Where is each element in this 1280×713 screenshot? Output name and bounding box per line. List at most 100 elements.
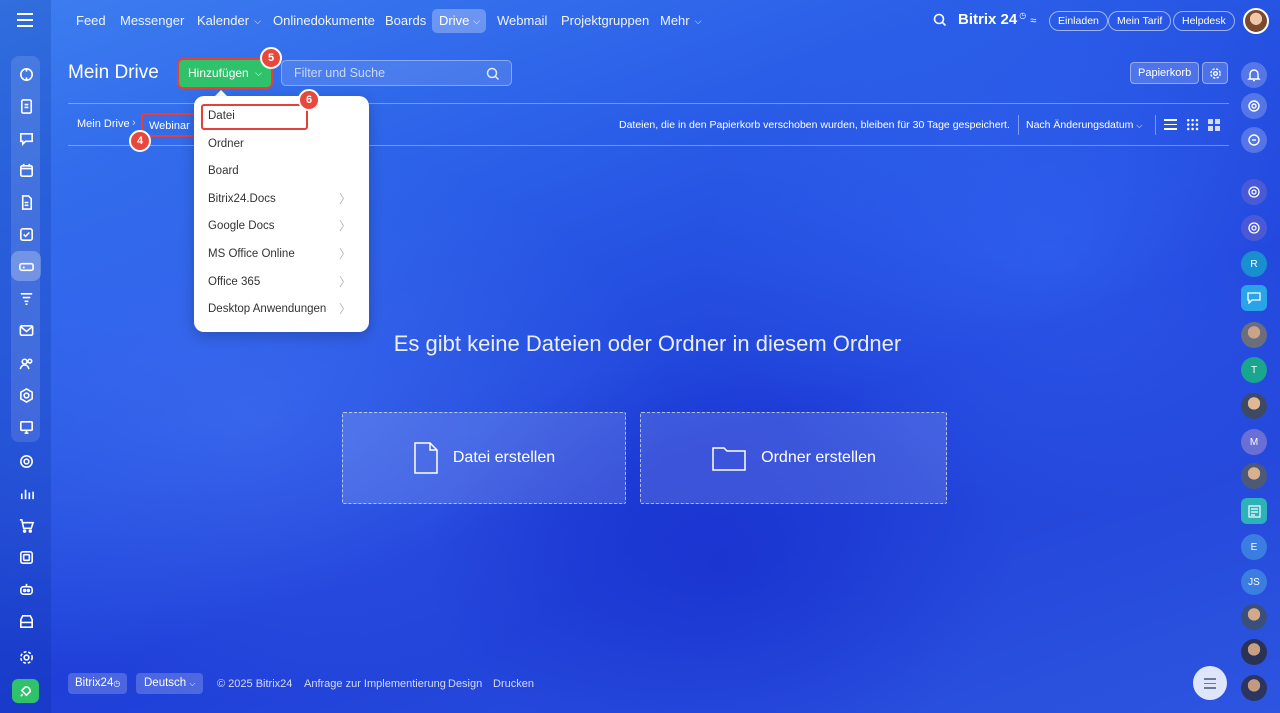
copilot-chat-icon[interactable] [1241,179,1267,205]
grid-view-icon[interactable] [1186,118,1199,131]
sidebar-filter-icon[interactable] [11,283,41,313]
menu-icon[interactable] [17,13,33,27]
avatar[interactable] [1241,604,1267,630]
sidebar-hexagon-icon[interactable] [11,380,41,410]
search-input[interactable] [282,61,482,85]
language-select[interactable]: Deutsch ⌵ [136,673,204,694]
avatar[interactable] [1241,393,1267,419]
sidebar-presentation-icon[interactable] [11,412,41,442]
menu-item-desktop-apps[interactable]: Desktop Anwendungen 〉 [194,296,369,323]
create-folder-button[interactable]: Ordner erstellen [640,412,947,504]
helpdesk-button[interactable]: Helpdesk [1173,11,1235,31]
menu-item-office-365[interactable]: Office 365 〉 [194,269,369,296]
empty-state-message: Es gibt keine Dateien oder Ordner in die… [393,331,902,356]
footer-design-link[interactable]: Design [448,678,482,690]
nav-more-label: Mehr [660,13,690,28]
search-icon[interactable] [486,67,500,81]
chat-icon[interactable] [1241,127,1267,153]
add-button[interactable]: Hinzufügen ⌵ [179,60,271,87]
menu-item-office-365-label: Office 365 [208,276,261,288]
nav-feed[interactable]: Feed [69,9,113,33]
nav-calendar[interactable]: Kalender ⌵ [190,9,267,33]
search-icon[interactable] [933,13,947,27]
create-file-button[interactable]: Datei erstellen [342,412,626,504]
sidebar-chat-icon[interactable] [11,123,41,153]
step-badge-5: 5 [260,47,282,69]
sidebar-store-icon[interactable] [11,606,41,636]
sidebar-cart-icon[interactable] [11,510,41,540]
nav-messenger[interactable]: Messenger [113,9,191,33]
nav-boards[interactable]: Boards [378,9,433,33]
sidebar-settings-icon[interactable] [11,642,41,672]
sidebar-calendar-icon[interactable] [11,155,41,185]
list-view-icon[interactable] [1164,119,1177,130]
avatar[interactable]: JS [1241,569,1267,595]
large-tiles-icon[interactable] [1208,119,1220,131]
nav-project-groups[interactable]: Projektgruppen [554,9,656,33]
sidebar-robot-icon[interactable] [11,574,41,604]
top-navigation: Feed Messenger Kalender ⌵ Onlinedokumente… [51,0,1280,42]
chevron-right-icon: 〉 [338,219,351,233]
sidebar-drive-icon[interactable] [11,251,41,281]
footer-print-link[interactable]: Drucken [493,678,534,690]
nav-drive-label: Drive [439,13,470,28]
sidebar-tasks-icon[interactable] [11,219,41,249]
breadcrumb-mein-drive[interactable]: Mein Drive [77,118,130,130]
invite-button[interactable]: Einladen [1049,11,1108,31]
nav-more[interactable]: Mehr ⌵ [653,9,708,33]
avatar[interactable]: R [1241,251,1267,277]
copilot-chat-icon[interactable] [1241,215,1267,241]
menu-item-folder[interactable]: Ordner [194,131,369,158]
sliders-icon[interactable]: ≈ [1030,15,1036,27]
floating-menu-button[interactable] [1193,666,1227,700]
clock-icon: ◷ [113,679,121,688]
brand-name: Bitrix 24 [958,11,1018,28]
menu-item-board[interactable]: Board [194,158,369,185]
avatar[interactable] [1241,639,1267,665]
footer-brand-button[interactable]: Bitrix24◷ [68,673,128,694]
avatar[interactable] [1241,675,1267,701]
user-avatar[interactable] [1243,8,1269,34]
news-icon[interactable] [1241,498,1267,524]
sidebar-target-icon[interactable] [11,446,41,476]
sort-dropdown[interactable]: Nach Änderungsdatum ⌵ [1026,119,1142,131]
sidebar-file-icon[interactable] [11,187,41,217]
nav-webmail[interactable]: Webmail [490,9,554,33]
brand-logo: Bitrix 24 ◷ ≈ [958,11,1036,28]
sidebar-rocket-icon[interactable] [12,679,39,703]
gear-icon [1210,68,1221,79]
my-plan-button[interactable]: Mein Tarif [1108,11,1172,31]
sidebar-chart-icon[interactable] [11,478,41,508]
copilot-icon[interactable] [1241,93,1267,119]
nav-calendar-label: Kalender [197,13,250,28]
menu-item-file[interactable]: Datei [194,103,369,130]
sidebar-contacts-icon[interactable] [11,348,41,378]
settings-button[interactable] [1202,62,1228,84]
file-icon [414,442,438,474]
breadcrumb-webinar[interactable]: Webinar [141,113,198,137]
create-file-label: Datei erstellen [452,449,556,466]
trash-button[interactable]: Papierkorb [1130,62,1200,84]
menu-item-ms-office-online[interactable]: MS Office Online 〉 [194,241,369,268]
sidebar-document-icon[interactable] [11,91,41,121]
sidebar-feed-icon[interactable] [11,59,41,89]
footer-implementation-link[interactable]: Anfrage zur Implementierung [304,678,446,690]
avatar[interactable]: T [1241,357,1267,383]
avatar[interactable] [1241,322,1267,348]
add-button-label: Hinzufügen [188,66,249,80]
sidebar-mail-icon[interactable] [11,315,41,345]
sidebar-box-icon[interactable] [11,542,41,572]
nav-drive[interactable]: Drive ⌵ [432,9,486,33]
menu-item-bitrix24-docs[interactable]: Bitrix24.Docs 〉 [194,186,369,213]
messages-icon[interactable] [1241,285,1267,311]
avatar[interactable]: M [1241,429,1267,455]
avatar[interactable] [1241,463,1267,489]
chevron-right-icon: 〉 [338,247,351,261]
notifications-icon[interactable] [1241,62,1267,88]
menu-item-google-docs[interactable]: Google Docs 〉 [194,213,369,240]
nav-online-documents[interactable]: Onlinedokumente [266,9,382,33]
list-icon [1204,678,1216,689]
avatar[interactable]: E [1241,534,1267,560]
search-field[interactable] [281,60,512,86]
page-title: Mein Drive [68,62,159,83]
